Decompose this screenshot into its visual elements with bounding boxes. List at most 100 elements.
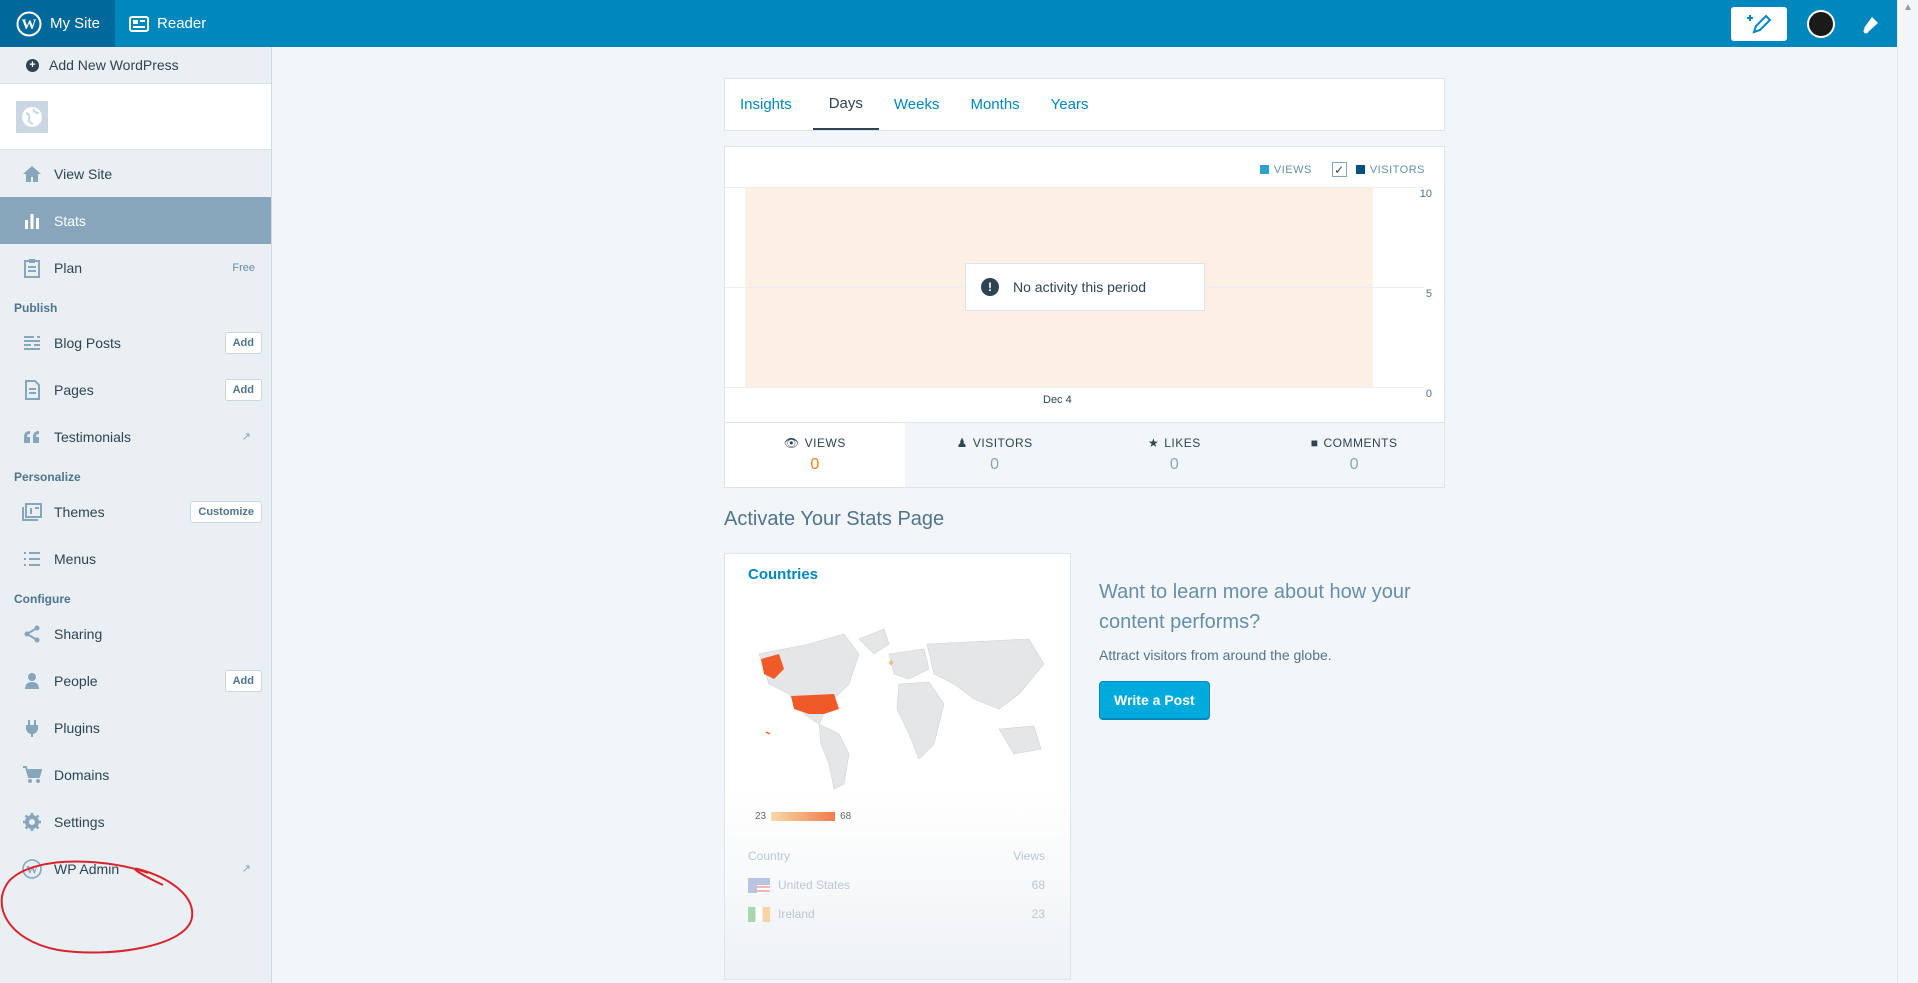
sidebar-item-label: Menus (54, 550, 97, 567)
globe-icon (16, 100, 48, 133)
sidebar-item-label: Sharing (54, 625, 103, 642)
visitors-swatch (1355, 165, 1365, 174)
sidebar: + Add New WordPress View Site Stats Plan… (0, 47, 272, 983)
gridline-bottom (725, 387, 1425, 388)
tab-weeks[interactable]: Weeks (894, 79, 956, 130)
sidebar-item-blog-posts[interactable]: Blog Posts Add (0, 319, 271, 366)
visitors-checkbox[interactable]: ✓ (1331, 162, 1347, 177)
wordpress-icon: W (20, 857, 44, 881)
scrollbar[interactable]: ▲ (1897, 0, 1918, 983)
pencil-plus-icon (1747, 14, 1772, 34)
sidebar-item-people[interactable]: People Add (0, 657, 271, 704)
y-tick-5: 5 (1425, 288, 1432, 300)
tab-insights[interactable]: Insights (740, 79, 808, 130)
sidebar-item-label: Settings (54, 813, 105, 830)
sidebar-item-plugins[interactable]: Plugins (0, 704, 271, 751)
sidebar-item-plan[interactable]: Plan Free (0, 244, 271, 291)
sidebar-item-view-site[interactable]: View Site (0, 150, 271, 197)
tab-days[interactable]: Days (812, 79, 879, 130)
masterbar: W My Site Reader (0, 0, 1897, 47)
write-a-post-button[interactable]: Write a Post (1099, 681, 1210, 720)
sidebar-item-label: Domains (54, 766, 110, 783)
sidebar-item-label: Plan (54, 259, 83, 276)
plug-icon (20, 716, 44, 740)
summary-tab-comments[interactable]: ■ COMMENTS 0 (1264, 423, 1444, 487)
sidebar-item-label: Themes (54, 503, 105, 520)
no-activity-text: No activity this period (1013, 279, 1147, 295)
chart-legend: VIEWS ✓ VISITORS (1259, 162, 1425, 177)
sidebar-item-wp-admin[interactable]: W WP Admin ↗ (0, 845, 271, 892)
sidebar-item-domains[interactable]: Domains (0, 751, 271, 798)
period-tabs: Insights Days Weeks Months Years (724, 78, 1445, 131)
country-views: 23 (1031, 907, 1045, 921)
world-map (758, 628, 1045, 790)
wordpress-logo-icon: W (16, 11, 42, 36)
section-personalize: Personalize (14, 470, 81, 484)
plus-icon: + (26, 58, 39, 72)
my-site-label: My Site (50, 15, 101, 32)
col-country: Country (748, 849, 791, 863)
bar-chart-icon (20, 209, 44, 233)
legend-visitors-label: VISITORS (1369, 163, 1425, 176)
summary-value: 0 (1349, 456, 1359, 473)
bell-icon (1863, 16, 1878, 33)
add-new-site-link[interactable]: + Add New WordPress (0, 47, 271, 84)
usa-region[interactable] (791, 694, 839, 714)
site-card[interactable] (0, 84, 271, 150)
summary-tab-views[interactable]: 👁 VIEWS 0 (725, 423, 905, 487)
add-blog-post-button[interactable]: Add (224, 331, 262, 354)
sidebar-item-menus[interactable]: Menus (0, 535, 271, 582)
page-icon (20, 378, 44, 402)
user-avatar[interactable] (1807, 9, 1835, 38)
external-link-icon: ↗ (241, 863, 251, 875)
sidebar-item-stats[interactable]: Stats (0, 197, 271, 244)
activate-section: Countries 23 68 Country Views United Sta… (724, 553, 1445, 980)
tab-months[interactable]: Months (970, 79, 1035, 130)
promo-panel: Want to learn more about how your conten… (1099, 577, 1429, 980)
summary-label: VIEWS (804, 436, 846, 450)
summary-value: 0 (810, 456, 820, 473)
section-configure: Configure (14, 592, 71, 606)
color-scale: 23 68 (755, 811, 851, 822)
sidebar-item-label: View Site (54, 165, 113, 182)
add-page-button[interactable]: Add (224, 378, 262, 401)
scroll-up-icon[interactable]: ▲ (1903, 2, 1913, 13)
home-icon (20, 162, 44, 186)
table-row[interactable]: Ireland 23 (748, 907, 1045, 923)
sidebar-item-pages[interactable]: Pages Add (0, 366, 271, 413)
reader-icon (129, 15, 150, 32)
notifications-button[interactable] (1855, 8, 1887, 40)
sidebar-item-label: People (54, 672, 98, 689)
summary-tab-visitors[interactable]: ♟ VISITORS 0 (904, 423, 1085, 487)
customize-button[interactable]: Customize (190, 500, 262, 523)
summary-value: 0 (1169, 456, 1179, 473)
summary-tab-likes[interactable]: ★ LIKES 0 (1084, 423, 1265, 487)
sidebar-item-themes[interactable]: Themes Customize (0, 488, 271, 535)
menu-icon (20, 547, 44, 571)
star-icon: ★ (1147, 436, 1160, 450)
countries-card: Countries 23 68 Country Views United Sta… (724, 553, 1071, 980)
themes-icon (20, 500, 44, 524)
sidebar-item-sharing[interactable]: Sharing (0, 610, 271, 657)
section-publish: Publish (14, 301, 58, 315)
table-row[interactable]: United States 68 (748, 878, 1045, 894)
summary-label: VISITORS (972, 436, 1033, 450)
sidebar-item-settings[interactable]: Settings (0, 798, 271, 845)
my-site-button[interactable]: W My Site (0, 0, 116, 47)
person-icon (20, 669, 44, 693)
reader-button[interactable]: Reader (115, 0, 220, 47)
write-post-button[interactable] (1731, 6, 1787, 41)
scale-min: 23 (755, 811, 767, 822)
country-views: 68 (1031, 878, 1045, 892)
countries-title: Countries (748, 566, 819, 583)
us-flag-icon (748, 878, 770, 894)
countries-table-header: Country Views (748, 849, 1045, 863)
tab-years[interactable]: Years (1051, 79, 1105, 130)
sidebar-item-label: Testimonials (54, 428, 132, 445)
scale-bar (771, 812, 836, 821)
add-person-button[interactable]: Add (224, 669, 262, 692)
sidebar-item-label: Blog Posts (54, 334, 121, 351)
summary-label: COMMENTS (1323, 436, 1398, 450)
legend-visitors[interactable]: ✓ VISITORS (1331, 162, 1425, 177)
sidebar-item-testimonials[interactable]: Testimonials ↗ (0, 413, 271, 460)
